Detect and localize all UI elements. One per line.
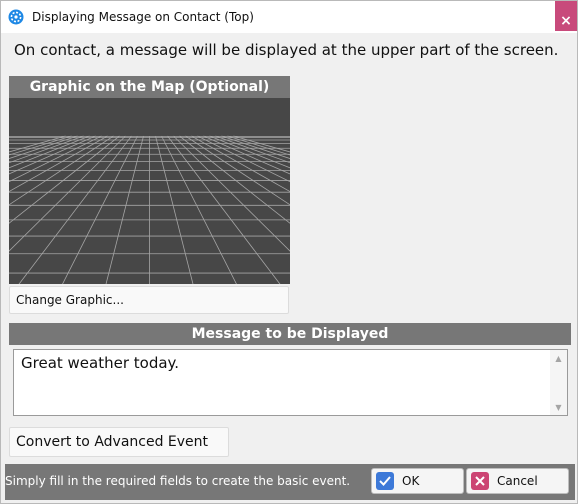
message-section-header: Message to be Displayed xyxy=(9,323,571,345)
dialog-window: Displaying Message on Contact (Top) × On… xyxy=(0,0,578,504)
app-gear-icon xyxy=(8,9,24,25)
footer-bar: Simply fill in the required fields to cr… xyxy=(5,464,575,500)
perspective-grid-image xyxy=(9,135,290,284)
footer-hint: Simply fill in the required fields to cr… xyxy=(5,474,351,488)
title-bar[interactable]: Displaying Message on Contact (Top) × xyxy=(1,1,577,33)
close-icon: × xyxy=(560,13,572,29)
scroll-down-icon[interactable]: ▼ xyxy=(550,401,567,415)
change-graphic-button[interactable]: Change Graphic... xyxy=(9,286,289,314)
ok-button[interactable]: OK xyxy=(371,468,464,494)
cancel-button[interactable]: Cancel xyxy=(466,468,569,494)
message-textarea[interactable]: Great weather today. ▲ ▼ xyxy=(13,349,568,416)
message-text: Great weather today. xyxy=(21,354,180,372)
message-scrollbar[interactable]: ▲ ▼ xyxy=(550,350,567,415)
ok-label: OK xyxy=(402,474,420,488)
graphic-section-header: Graphic on the Map (Optional) xyxy=(9,76,290,98)
scroll-up-icon[interactable]: ▲ xyxy=(550,352,567,366)
x-icon xyxy=(471,472,489,490)
window-title: Displaying Message on Contact (Top) xyxy=(32,10,254,24)
cancel-label: Cancel xyxy=(497,474,538,488)
graphic-preview xyxy=(9,98,290,284)
convert-to-advanced-button[interactable]: Convert to Advanced Event xyxy=(9,427,229,457)
instruction-text: On contact, a message will be displayed … xyxy=(14,41,559,59)
close-button[interactable]: × xyxy=(555,1,577,31)
check-icon xyxy=(376,472,394,490)
